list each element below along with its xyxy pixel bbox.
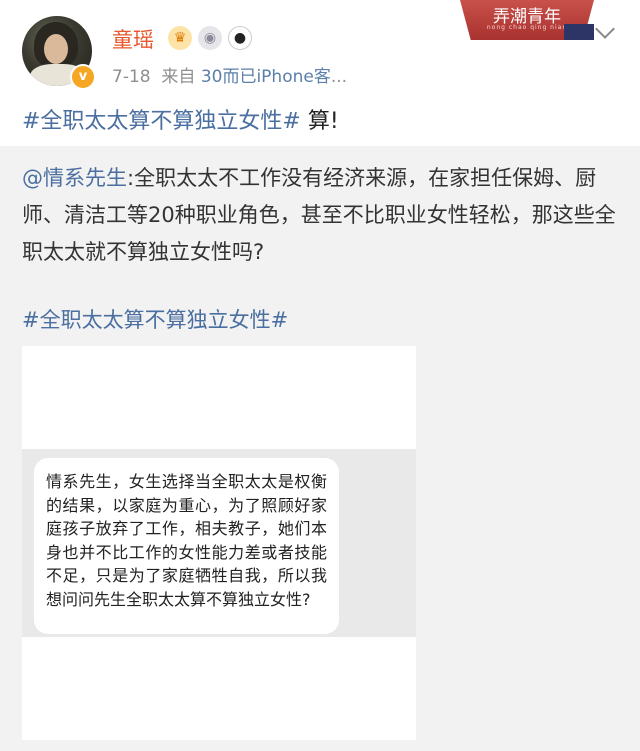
chevron-down-icon[interactable] bbox=[595, 19, 615, 39]
post-text: #全职太太算不算独立女性# 算! bbox=[22, 103, 339, 135]
post-meta: 7-18 来自 30而已iPhone客... bbox=[112, 62, 347, 87]
medal-icon[interactable]: ◉ bbox=[198, 26, 222, 50]
attached-image[interactable]: 情系先生，女生选择当全职太太是权衡的结果，以家庭为重心，为了照顾好家庭孩子放弃了… bbox=[22, 346, 416, 740]
username[interactable]: 童瑶 bbox=[112, 24, 154, 54]
post-time: 7-18 bbox=[112, 67, 151, 87]
post-source[interactable]: 30而已iPhone客 bbox=[201, 67, 331, 87]
repost-mention[interactable]: @情系先生 bbox=[22, 166, 127, 190]
badge-row: ♛ ◉ ● bbox=[168, 26, 252, 50]
chat-bubble: 情系先生，女生选择当全职太太是权衡的结果，以家庭为重心，为了照顾好家庭孩子放弃了… bbox=[34, 458, 339, 634]
repost-text: @情系先生:全职太太不工作没有经济来源，在家担任保姆、厨师、清洁工等20种职业角… bbox=[22, 160, 622, 271]
banner-stripe bbox=[564, 24, 594, 40]
post-body: 算! bbox=[300, 109, 339, 134]
source-ellipsis: ... bbox=[330, 67, 348, 87]
crown-icon[interactable]: ♛ bbox=[168, 26, 192, 50]
repost-card[interactable]: @情系先生:全职太太不工作没有经济来源，在家担任保姆、厨师、清洁工等20种职业角… bbox=[0, 146, 640, 751]
post-hashtag[interactable]: #全职太太算不算独立女性# bbox=[22, 109, 301, 134]
post-header: v 童瑶 ♛ ◉ ● 7-18 来自 30而已iPhone客... 弄潮青年 n… bbox=[0, 0, 640, 100]
repost-hashtag[interactable]: #全职太太算不算独立女性# bbox=[22, 304, 288, 334]
source-prefix: 来自 bbox=[161, 67, 196, 87]
verified-icon: v bbox=[70, 64, 96, 90]
avatar-face bbox=[44, 34, 68, 64]
panda-icon[interactable]: ● bbox=[228, 26, 252, 50]
